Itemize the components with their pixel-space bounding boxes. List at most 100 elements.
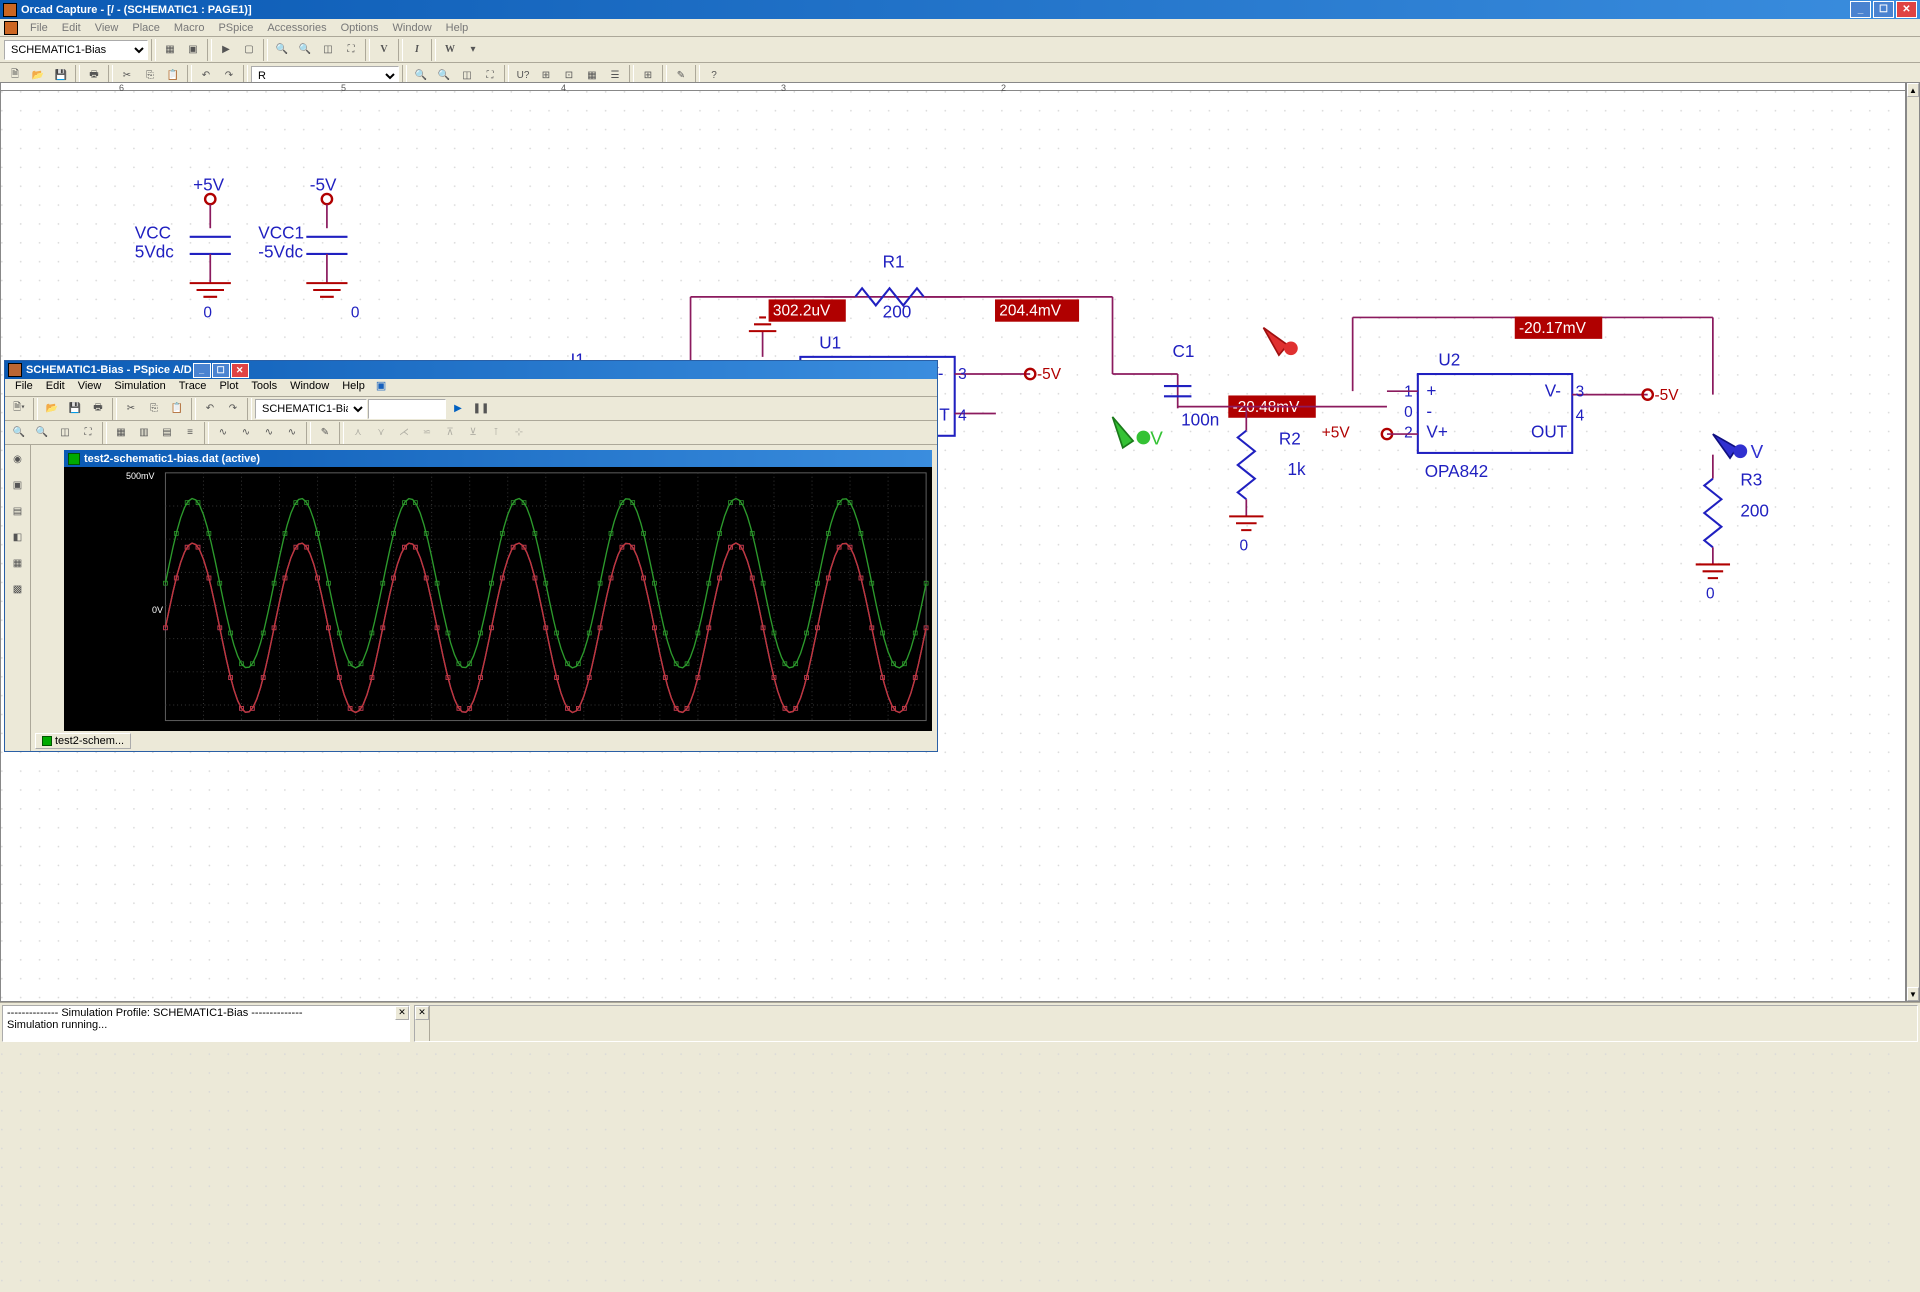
menu-window[interactable]: Window bbox=[387, 21, 438, 35]
close-button[interactable]: ✕ bbox=[1896, 1, 1917, 18]
p-paste-button[interactable]: 📋 bbox=[166, 398, 188, 420]
status-close-button[interactable]: ✕ bbox=[415, 1006, 429, 1020]
p-print-button[interactable]: 🖶 bbox=[87, 398, 109, 420]
svg-text:204.4mV: 204.4mV bbox=[999, 303, 1061, 320]
p-trace1-button[interactable]: ∿ bbox=[212, 422, 234, 444]
i-marker-button[interactable]: I bbox=[406, 39, 428, 61]
side-watch-icon[interactable]: ◧ bbox=[7, 526, 29, 548]
p-trace3-button[interactable]: ∿ bbox=[258, 422, 280, 444]
p-trace4-button[interactable]: ∿ bbox=[281, 422, 303, 444]
pmenu-tools[interactable]: Tools bbox=[245, 379, 283, 396]
zoom-in-button[interactable]: 🔍 bbox=[271, 39, 293, 61]
svg-text:U2: U2 bbox=[1438, 349, 1460, 369]
svg-text:-: - bbox=[1426, 401, 1432, 421]
pspice-title: SCHEMATIC1-Bias - PSpice A/D bbox=[26, 364, 192, 376]
menu-view[interactable]: View bbox=[89, 21, 125, 35]
p-fft-button[interactable]: ▥ bbox=[133, 422, 155, 444]
edit-sim-button[interactable]: ▣ bbox=[182, 39, 204, 61]
p-zoomarea-button[interactable]: ◫ bbox=[54, 422, 76, 444]
svg-text:0: 0 bbox=[1239, 538, 1248, 555]
tab-doc-icon bbox=[42, 736, 52, 746]
scroll-up-button[interactable]: ▲ bbox=[1907, 83, 1919, 97]
side-dev-icon[interactable]: ▦ bbox=[7, 552, 29, 574]
log-close-button[interactable]: ✕ bbox=[395, 1006, 409, 1020]
p-copy-button[interactable]: ⎘ bbox=[143, 398, 165, 420]
svg-text:200: 200 bbox=[1740, 500, 1769, 520]
p-zoomout-button[interactable]: 🔍 bbox=[31, 422, 53, 444]
pmenu-view[interactable]: View bbox=[72, 379, 108, 396]
pmenu-edit[interactable]: Edit bbox=[40, 379, 71, 396]
p-cut-button[interactable]: ✂ bbox=[120, 398, 142, 420]
pspice-titlebar[interactable]: SCHEMATIC1-Bias - PSpice A/D _ ☐ ✕ bbox=[5, 361, 937, 379]
menu-macro[interactable]: Macro bbox=[168, 21, 211, 35]
svg-text:200: 200 bbox=[883, 301, 912, 321]
maximize-button[interactable]: ☐ bbox=[1873, 1, 1894, 18]
p-cursor2-button: ⋎ bbox=[370, 422, 392, 444]
p-zoomfit-button[interactable]: ⛶ bbox=[77, 422, 99, 444]
svg-text:0: 0 bbox=[1404, 404, 1413, 421]
p-eval-button[interactable]: ≡ bbox=[179, 422, 201, 444]
p-time-input[interactable] bbox=[368, 399, 446, 419]
side-out-icon[interactable]: ▤ bbox=[7, 500, 29, 522]
pspice-close-button[interactable]: ✕ bbox=[231, 363, 249, 378]
menu-accessories[interactable]: Accessories bbox=[261, 21, 332, 35]
zoom-area-button[interactable]: ◫ bbox=[317, 39, 339, 61]
svg-text:1k: 1k bbox=[1287, 459, 1306, 479]
v-marker-button[interactable]: V bbox=[373, 39, 395, 61]
p-mark-button[interactable]: ✎ bbox=[314, 422, 336, 444]
menu-help[interactable]: Help bbox=[440, 21, 475, 35]
zoom-out-button[interactable]: 🔍 bbox=[294, 39, 316, 61]
minimize-button[interactable]: _ bbox=[1850, 1, 1871, 18]
pspice-maximize-button[interactable]: ☐ bbox=[212, 363, 230, 378]
plot-tab-1[interactable]: test2-schem... bbox=[35, 733, 131, 749]
p-redo-button[interactable]: ↷ bbox=[222, 398, 244, 420]
p-pause-button[interactable]: ❚❚ bbox=[470, 398, 492, 420]
p-cursor3-button: ⋌ bbox=[393, 422, 415, 444]
side-opt-icon[interactable]: ▩ bbox=[7, 578, 29, 600]
p-perf-button[interactable]: ▤ bbox=[156, 422, 178, 444]
new-sim-button[interactable]: ▦ bbox=[159, 39, 181, 61]
menu-pspice[interactable]: PSpice bbox=[212, 21, 259, 35]
view-results-button[interactable]: ▢ bbox=[238, 39, 260, 61]
pmenu-plot[interactable]: Plot bbox=[213, 379, 244, 396]
svg-text:R2: R2 bbox=[1279, 428, 1301, 448]
plot-tabs: test2-schem... bbox=[31, 731, 937, 751]
w-marker-button[interactable]: W bbox=[439, 39, 461, 61]
p-undo-button[interactable]: ↶ bbox=[199, 398, 221, 420]
menu-options[interactable]: Options bbox=[335, 21, 385, 35]
menu-edit[interactable]: Edit bbox=[56, 21, 87, 35]
vertical-scrollbar[interactable]: ▲ ▼ bbox=[1906, 82, 1920, 1002]
menu-file[interactable]: File bbox=[24, 21, 54, 35]
pmenu-file[interactable]: File bbox=[9, 379, 39, 396]
plot-area[interactable]: 500mV 0V bbox=[64, 467, 932, 731]
p-profile-combo[interactable]: SCHEMATIC1-Bias bbox=[255, 399, 367, 419]
p-trace2-button[interactable]: ∿ bbox=[235, 422, 257, 444]
p-save-button[interactable]: 💾 bbox=[64, 398, 86, 420]
status-bar: ✕ -------------- Simulation Profile: SCH… bbox=[0, 1002, 1920, 1044]
p-zoomin-button[interactable]: 🔍 bbox=[8, 422, 30, 444]
profile-combo[interactable]: SCHEMATIC1-Bias bbox=[4, 40, 148, 60]
p-log-button[interactable]: ▦ bbox=[110, 422, 132, 444]
scroll-down-button[interactable]: ▼ bbox=[1907, 987, 1919, 1001]
side-schematic-icon[interactable]: ◉ bbox=[7, 448, 29, 470]
menu-place[interactable]: Place bbox=[126, 21, 166, 35]
zoom-fit-button[interactable]: ⛶ bbox=[340, 39, 362, 61]
status-log[interactable]: ✕ -------------- Simulation Profile: SCH… bbox=[2, 1005, 410, 1042]
plot-titlebar[interactable]: test2-schematic1-bias.dat (active) bbox=[64, 450, 932, 467]
pmenu-simulation[interactable]: Simulation bbox=[108, 379, 171, 396]
p-new-button[interactable]: 🗎▾ bbox=[8, 398, 30, 420]
pspice-minimize-button[interactable]: _ bbox=[193, 363, 211, 378]
pspice-window[interactable]: SCHEMATIC1-Bias - PSpice A/D _ ☐ ✕ File … bbox=[4, 360, 938, 752]
pmenu-help[interactable]: Help bbox=[336, 379, 371, 396]
pmenu-window[interactable]: Window bbox=[284, 379, 335, 396]
pmenu-trace[interactable]: Trace bbox=[173, 379, 213, 396]
svg-text:2: 2 bbox=[1404, 424, 1413, 441]
side-sim-icon[interactable]: ▣ bbox=[7, 474, 29, 496]
p-open-button[interactable]: 📂 bbox=[41, 398, 63, 420]
run-button[interactable]: ▶ bbox=[215, 39, 237, 61]
status-line-2: Simulation running... bbox=[7, 1019, 405, 1031]
pspice-help-icon[interactable]: ▣ bbox=[376, 379, 386, 396]
p-cursor6-button: ⊻ bbox=[462, 422, 484, 444]
marker-dropdown-button[interactable]: ▾ bbox=[462, 39, 484, 61]
p-run-button[interactable]: ▶ bbox=[447, 398, 469, 420]
